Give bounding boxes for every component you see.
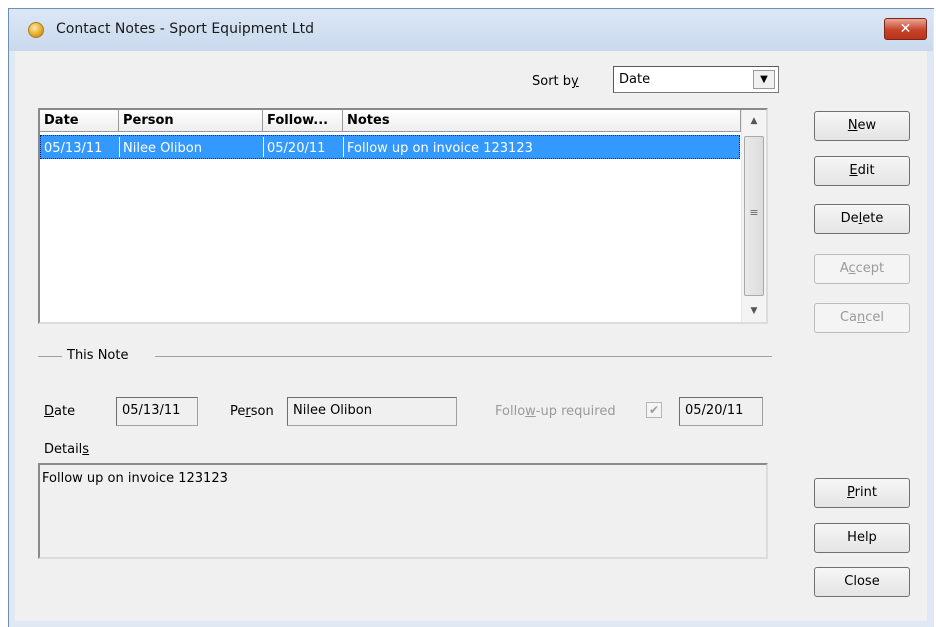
print-button[interactable]: Print [814,478,910,508]
follow-up-required-label: Follow-up required [495,404,616,419]
date-label-text: ate [54,404,76,419]
person-label-text-end: son [250,404,274,419]
edit-button-accesskey: E [849,163,858,178]
grip-icon: ≡ [749,206,759,219]
accept-button-label: A [839,261,849,276]
row-divider [343,137,344,157]
edit-button[interactable]: Edit [814,156,910,186]
follow-up-label-text-end: -up required [535,404,616,419]
follow-up-label-accesskey: w [525,404,536,419]
cell-notes: Follow up on invoice 123123 [347,141,533,156]
new-button[interactable]: New [814,111,910,141]
cancel-button-label-end: cel [865,310,885,325]
close-window-button[interactable]: ✕ [884,18,927,40]
checkmark-icon: ✔ [648,403,660,417]
person-label: Person [230,404,274,419]
person-label-text: Pe [230,404,246,419]
group-divider [155,356,772,357]
cell-follow-up: 05/20/11 [267,141,326,156]
row-divider [119,137,120,157]
details-label: Details [44,442,89,457]
date-field[interactable]: 05/13/11 [116,397,198,426]
delete-button-label: De [840,211,859,226]
sort-by-label-text: Sort b [532,74,572,89]
column-header-date[interactable]: Date [40,110,119,132]
new-button-label: ew [857,118,877,133]
sort-by-label-accesskey: y [571,74,579,89]
person-field[interactable]: Nilee Olibon [287,397,457,426]
scroll-up-icon[interactable]: ▲ [744,112,764,130]
close-button[interactable]: Close [814,567,910,597]
print-button-label: rint [854,485,877,500]
cell-person: Nilee Olibon [123,141,202,156]
cancel-button[interactable]: Cancel [814,303,910,333]
date-label: Date [44,404,75,419]
details-label-accesskey: s [82,442,90,457]
column-header-notes[interactable]: Notes [343,110,741,132]
chevron-down-icon[interactable]: ▼ [753,70,775,89]
accept-button-accesskey: c [848,261,856,276]
cancel-button-label: Ca [839,310,858,325]
follow-up-label-text: Follo [495,404,526,419]
scroll-down-icon[interactable]: ▼ [744,302,764,320]
details-textarea[interactable]: Follow up on invoice 123123 [38,463,768,559]
group-label-this-note: This Note [67,348,129,363]
group-divider [38,356,62,357]
delete-button-label-end: ete [862,211,884,226]
new-button-accesskey: N [847,118,858,133]
date-label-accesskey: D [44,404,55,419]
print-button-accesskey: P [847,485,855,500]
column-header-person[interactable]: Person [119,110,263,132]
edit-button-label: dit [857,163,875,178]
accept-button[interactable]: Accept [814,254,910,284]
delete-button[interactable]: Delete [814,204,910,234]
cell-date: 05/13/11 [44,141,103,156]
column-header-follow-up[interactable]: Follow... [263,110,343,132]
app-icon [28,22,44,38]
follow-up-required-checkbox[interactable]: ✔ [646,402,662,418]
sort-by-value: Date [619,72,651,87]
row-divider [263,137,264,157]
follow-up-date-field[interactable]: 05/20/11 [679,397,763,426]
window-title: Contact Notes - Sport Equipment Ltd [56,21,314,37]
sort-by-label: Sort by [532,74,579,89]
accept-button-label-end: cept [855,261,885,276]
help-button[interactable]: Help [814,523,910,553]
details-label-text: Detail [44,442,83,457]
